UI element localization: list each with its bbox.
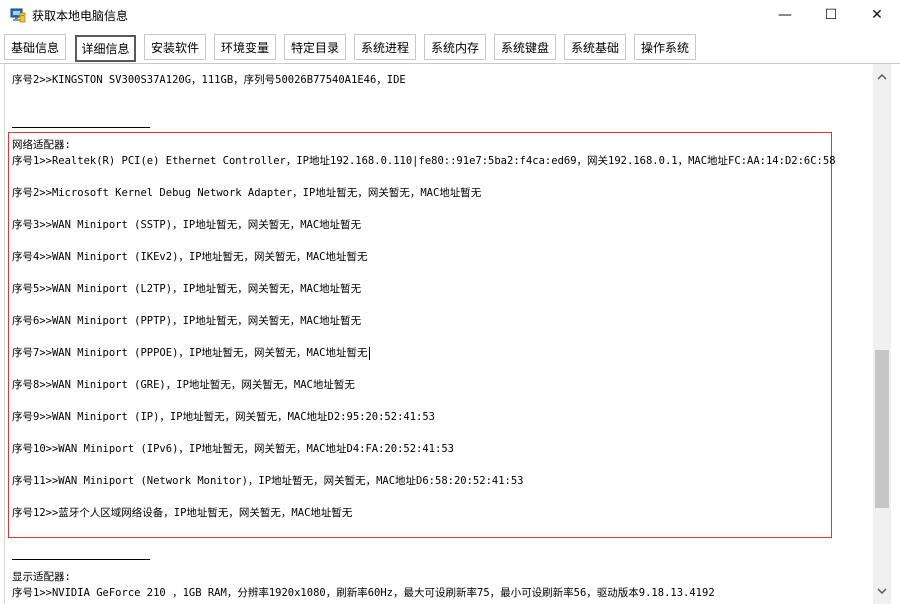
- minimize-button[interactable]: —: [762, 0, 808, 30]
- tab-system-processes[interactable]: 系统进程: [354, 34, 416, 60]
- tab-installed-software[interactable]: 安装软件: [144, 34, 206, 60]
- minimize-icon: —: [778, 7, 792, 23]
- tab-operating-system[interactable]: 操作系统: [634, 34, 696, 60]
- chevron-up-icon[interactable]: [873, 68, 891, 86]
- network-adapter-line: 序号11>>WAN Miniport (Network Monitor)，IP地…: [12, 475, 524, 487]
- maximize-button[interactable]: ☐: [808, 0, 854, 30]
- network-adapter-line: 序号4>>WAN Miniport (IKEv2)，IP地址暂无，网关暂无，MA…: [12, 251, 368, 263]
- tab-special-folders[interactable]: 特定目录: [284, 34, 346, 60]
- network-adapter-line: 序号1>>Realtek(R) PCI(e) Ethernet Controll…: [12, 155, 836, 167]
- network-adapter-line: 序号6>>WAN Miniport (PPTP)，IP地址暂无，网关暂无，MAC…: [12, 315, 362, 327]
- separator-line: [12, 127, 150, 128]
- network-adapter-line: 序号3>>WAN Miniport (SSTP)，IP地址暂无，网关暂无，MAC…: [12, 219, 362, 231]
- display-adapters-header: 显示适配器:: [12, 571, 71, 583]
- disk-line: 序号2>>KINGSTON SV300S37A120G，111GB，序列号500…: [12, 74, 406, 86]
- network-adapter-line: 序号10>>WAN Miniport (IPv6)，IP地址暂无，网关暂无，MA…: [12, 443, 454, 455]
- network-adapter-line: 序号8>>WAN Miniport (GRE)，IP地址暂无，网关暂无，MAC地…: [12, 379, 355, 391]
- tab-detail-info[interactable]: 详细信息: [75, 35, 136, 62]
- computer-icon: [10, 8, 26, 23]
- network-adapter-line: 序号7>>WAN Miniport (PPPOE)，IP地址暂无，网关暂无，MA…: [12, 345, 370, 361]
- tab-system-memory[interactable]: 系统内存: [424, 34, 486, 60]
- tab-basic-info[interactable]: 基础信息: [4, 34, 66, 60]
- network-adapter-line: 序号9>>WAN Miniport (IP)，IP地址暂无，网关暂无，MAC地址…: [12, 411, 436, 423]
- display-adapter-line: 序号1>>NVIDIA GeForce 210 ，1GB RAM，分辨率1920…: [12, 587, 715, 599]
- network-adapters-header: 网络适配器:: [12, 139, 71, 151]
- window-title: 获取本地电脑信息: [32, 9, 129, 23]
- network-adapter-text: 序号7>>WAN Miniport (PPPOE)，IP地址暂无，网关暂无，MA…: [12, 347, 368, 359]
- separator-line: [12, 559, 150, 560]
- tab-bar: 基础信息 详细信息 安装软件 环境变量 特定目录 系统进程 系统内存 系统键盘 …: [0, 30, 900, 64]
- text-cursor: [368, 346, 370, 360]
- close-icon: ✕: [871, 7, 883, 23]
- tab-environment-variables[interactable]: 环境变量: [214, 34, 276, 60]
- close-button[interactable]: ✕: [854, 0, 900, 30]
- network-adapter-line: 序号5>>WAN Miniport (L2TP)，IP地址暂无，网关暂无，MAC…: [12, 283, 362, 295]
- chevron-down-icon[interactable]: [873, 582, 891, 600]
- vertical-scrollbar[interactable]: [873, 64, 891, 604]
- maximize-icon: ☐: [824, 7, 838, 23]
- detail-text-area[interactable]: 序号2>>KINGSTON SV300S37A120G，111GB，序列号500…: [4, 64, 873, 604]
- title-bar: 获取本地电脑信息 — ☐ ✕: [0, 0, 900, 30]
- scrollbar-thumb[interactable]: [875, 350, 889, 508]
- network-adapter-line: 序号12>>蓝牙个人区域网络设备，IP地址暂无，网关暂无，MAC地址暂无: [12, 507, 353, 519]
- tab-system-base[interactable]: 系统基础: [564, 34, 626, 60]
- tab-system-keyboard[interactable]: 系统键盘: [494, 34, 556, 60]
- network-adapter-line: 序号2>>Microsoft Kernel Debug Network Adap…: [12, 187, 482, 199]
